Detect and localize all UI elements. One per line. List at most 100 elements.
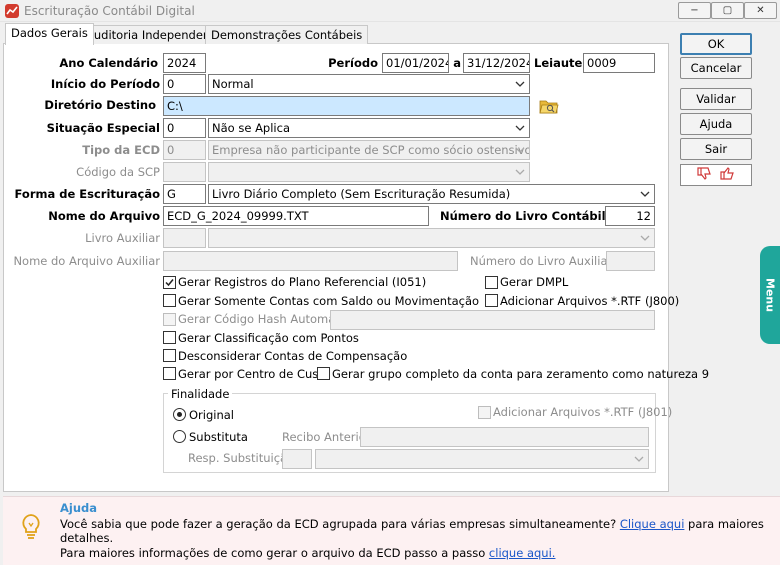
nome-arquivo-auxiliar-label: Nome do Arquivo Auxiliar [13,254,160,268]
leiaute-label: Leiaute [534,56,583,70]
help-title: Ajuda [60,501,98,515]
centro-custo-checkbox[interactable] [163,367,176,380]
help-line-2: detalhes. [60,531,114,545]
classificacao-pontos-checkbox[interactable] [163,331,176,344]
side-menu-label-wrap: Menu [760,246,780,344]
tab-demonstracoes-contabeis[interactable]: Demonstrações Contábeis [205,25,369,44]
gerar-dmpl-label[interactable]: Gerar DMPL [500,275,568,289]
original-label[interactable]: Original [189,408,234,422]
maximize-button[interactable]: ▢ [711,2,744,19]
classificacao-pontos-label[interactable]: Gerar Classificação com Pontos [178,331,359,345]
inicio-periodo-value: Normal [212,77,254,91]
ano-calendario-input[interactable]: 2024 [163,53,206,73]
thumbs-down-icon[interactable] [696,166,713,184]
ok-button-label: OK [707,37,725,51]
adicionar-rtf-j800-checkbox[interactable] [485,294,498,307]
tipo-ecd-select: Empresa não participante de SCP como sóc… [208,140,530,160]
clique-aqui-link-1[interactable]: Clique aqui [620,517,685,531]
adicionar-rtf-j800-label[interactable]: Adicionar Arquivos *.RTF (J800) [500,294,679,308]
substituta-label[interactable]: Substituta [189,430,248,444]
nome-arquivo-auxiliar-input [163,251,458,271]
close-window-button[interactable]: ✕ [744,2,777,19]
leiaute-input[interactable]: 0009 [583,53,655,73]
lightbulb-icon [20,513,42,544]
recibo-anterior-input [360,427,649,447]
grupo-completo-label[interactable]: Gerar grupo completo da conta para zeram… [332,367,709,381]
grupo-completo-checkbox[interactable] [317,367,330,380]
nome-arquivo-label: Nome do Arquivo [48,209,160,223]
ok-button[interactable]: OK [680,33,752,55]
cancelar-button[interactable]: Cancelar [680,57,752,79]
periodo-start-input[interactable]: 01/01/2024 [382,53,449,73]
help-line-3: Para maiores informações de como gerar o… [60,546,555,560]
periodo-end-input[interactable]: 31/12/2024 [463,53,530,73]
nome-arquivo-input[interactable]: ECD_G_2024_09999.TXT [163,206,429,226]
resp-substituicao-code [282,449,312,469]
minimize-icon: − [690,5,699,16]
ajuda-button-label: Ajuda [699,117,733,131]
contas-saldo-label[interactable]: Gerar Somente Contas com Saldo ou Movime… [178,294,479,308]
desconsiderar-compensacao-checkbox[interactable] [163,349,176,362]
recibo-anterior-label: Recibo Anterior [282,430,371,444]
chevron-down-icon [640,235,650,241]
desconsiderar-compensacao-label[interactable]: Desconsiderar Contas de Compensação [178,349,407,363]
chevron-down-icon [515,147,525,153]
sair-button-label: Sair [704,142,728,156]
periodo-label: Período [328,56,378,70]
inicio-periodo-label: Início do Período [50,77,160,91]
feedback-buttons [680,164,752,186]
ajuda-button[interactable]: Ajuda [680,113,752,135]
situacao-especial-select[interactable]: Não se Aplica [208,118,530,138]
chevron-down-icon [640,191,650,197]
cancelar-button-label: Cancelar [690,61,742,75]
help-line-1-text: Você sabia que pode fazer a geração da E… [60,517,620,531]
centro-custo-label[interactable]: Gerar por Centro de Custo [178,367,330,381]
adicionar-rtf-j801-label: Adicionar Arquivos *.RTF (J801) [493,405,673,419]
folder-open-icon[interactable] [539,97,559,115]
resp-substituicao-label: Resp. Substituição [188,451,295,465]
plano-referencial-checkbox[interactable] [163,276,176,289]
ano-calendario-label: Ano Calendário [59,56,158,70]
numero-livro-input[interactable]: 12 [605,206,655,226]
sair-button[interactable]: Sair [680,138,752,160]
substituta-radio[interactable] [173,430,186,443]
codigo-scp-label: Código da SCP [76,165,160,179]
chevron-down-icon [515,169,525,175]
forma-escrituracao-select[interactable]: Livro Diário Completo (Sem Escrituração … [208,184,655,204]
situacao-especial-code[interactable]: 0 [163,118,206,138]
resp-substituicao-select [315,449,649,469]
tipo-ecd-value: Empresa não participante de SCP como sóc… [212,143,530,157]
thumbs-up-icon[interactable] [719,166,736,184]
validar-button-label: Validar [696,92,736,106]
minimize-button[interactable]: − [678,2,711,19]
diretorio-destino-input[interactable]: C:\ [163,96,530,116]
inicio-periodo-code[interactable]: 0 [163,74,206,94]
app-logo-icon [5,4,19,18]
validar-button[interactable]: Validar [680,88,752,110]
plano-referencial-label[interactable]: Gerar Registros do Plano Referencial (I0… [178,275,426,289]
window-title: Escrituração Contábil Digital [24,4,195,18]
chevron-down-icon [515,125,525,131]
livro-auxiliar-select [208,228,655,248]
codigo-scp-select [208,162,530,182]
adicionar-rtf-j801-checkbox [478,406,491,419]
forma-escrituracao-value: Livro Diário Completo (Sem Escrituração … [212,187,511,201]
original-radio[interactable] [173,408,186,421]
numero-livro-label: Número do Livro Contábil [440,209,606,223]
close-icon: ✕ [756,5,765,16]
contas-saldo-checkbox[interactable] [163,294,176,307]
clique-aqui-link-2[interactable]: clique aqui. [489,546,556,560]
hash-input [330,310,655,330]
maximize-icon: ▢ [722,5,733,16]
inicio-periodo-select[interactable]: Normal [208,74,530,94]
livro-auxiliar-code [163,228,206,248]
numero-livro-auxiliar-label: Número do Livro Auxiliar [470,254,613,268]
gerar-dmpl-checkbox[interactable] [485,276,498,289]
chevron-down-icon [634,456,644,462]
help-line-1: Você sabia que pode fazer a geração da E… [60,517,764,531]
chevron-down-icon [515,81,525,87]
forma-escrituracao-code[interactable]: G [163,184,206,204]
codigo-scp-code [163,162,206,182]
tipo-ecd-label: Tipo da ECD [82,143,160,157]
tab-dados-gerais[interactable]: Dados Gerais [5,23,94,45]
